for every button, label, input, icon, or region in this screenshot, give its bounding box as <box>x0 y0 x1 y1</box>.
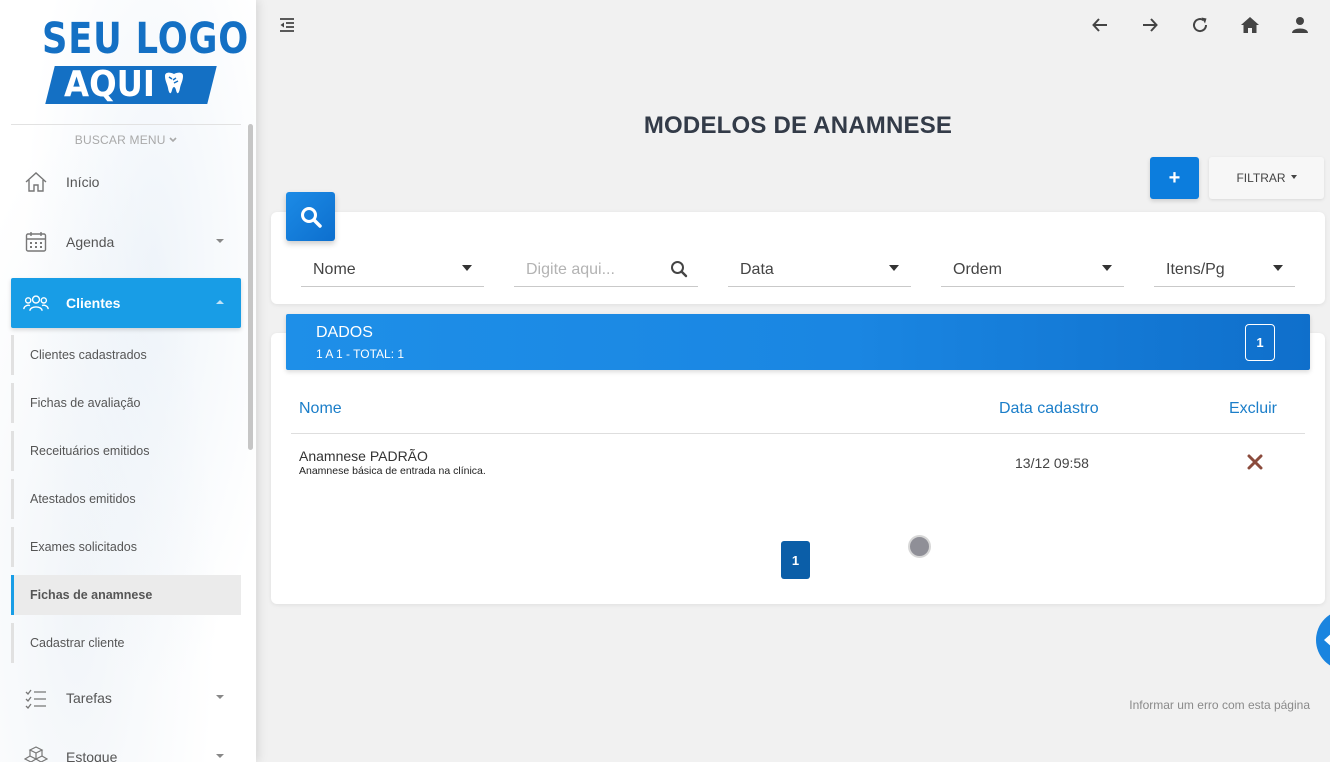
caret-down-icon <box>889 265 899 271</box>
menu-search-label: BUSCAR MENU <box>74 133 166 147</box>
chevron-down-icon <box>216 695 224 699</box>
chat-icon <box>1324 632 1330 648</box>
chat-button[interactable] <box>1316 610 1330 670</box>
sidebar-item-label: Clientes <box>66 295 121 311</box>
forward-button[interactable] <box>1137 12 1163 38</box>
users-icon <box>23 290 49 316</box>
items-per-page-select[interactable]: Itens/Pg <box>1154 254 1295 287</box>
date-select-value: Data <box>740 261 774 278</box>
sidebar-subitem-cadastrar-cliente[interactable]: Cadastrar cliente <box>11 623 241 663</box>
sidebar-subitem-receituarios[interactable]: Receituários emitidos <box>11 431 241 471</box>
logo[interactable]: SEU LOGO AQUI <box>36 14 248 110</box>
checklist-icon <box>23 685 49 711</box>
refresh-icon <box>1193 17 1208 33</box>
sidebar-subitem-atestados[interactable]: Atestados emitidos <box>11 479 241 519</box>
column-header-delete: Excluir <box>1229 400 1278 417</box>
sidebar-scrollbar[interactable] <box>248 124 253 450</box>
chevron-down-icon <box>216 754 224 758</box>
user-icon <box>1292 17 1308 33</box>
close-icon <box>1247 454 1263 470</box>
home-button[interactable] <box>1237 12 1263 38</box>
chevron-up-icon <box>216 300 224 304</box>
sidebar-item-label: Agenda <box>66 234 115 250</box>
delete-button[interactable] <box>1244 451 1266 473</box>
data-header-subtitle: 1 A 1 - TOTAL: 1 <box>316 347 405 361</box>
data-header-page-badge: 1 <box>1245 324 1275 361</box>
column-header-name[interactable]: Nome <box>299 400 342 418</box>
row-name[interactable]: Anamnese PADRÃO <box>299 448 428 464</box>
chevron-down-icon <box>169 137 177 143</box>
name-select-value: Nome <box>313 261 356 278</box>
calendar-icon <box>23 229 49 255</box>
loading-indicator <box>908 535 931 558</box>
tooth-icon <box>165 72 183 94</box>
name-select[interactable]: Nome <box>301 254 484 287</box>
search-field <box>514 254 698 287</box>
sidebar-item-label: Estoque <box>66 749 118 762</box>
sidebar-subitem-clientes-cadastrados[interactable]: Clientes cadastrados <box>11 335 241 375</box>
arrow-right-icon <box>1143 18 1158 32</box>
logo-text-bottom: AQUI <box>64 64 155 105</box>
logo-text-top: SEU LOGO <box>42 14 250 64</box>
boxes-icon <box>23 744 49 762</box>
date-select[interactable]: Data <box>728 254 911 287</box>
caret-down-icon <box>462 265 472 271</box>
caret-down-icon <box>1102 265 1112 271</box>
filter-button[interactable]: FILTRAR <box>1209 157 1324 199</box>
refresh-button[interactable] <box>1187 12 1213 38</box>
data-header: DADOS 1 A 1 - TOTAL: 1 1 <box>286 314 1310 370</box>
column-header-date[interactable]: Data cadastro <box>999 400 1099 418</box>
sidebar-divider <box>11 124 241 125</box>
chevron-down-icon <box>216 239 224 243</box>
home-icon <box>23 169 49 195</box>
sidebar-subitem-fichas-anamnese[interactable]: Fichas de anamnese <box>11 575 241 615</box>
row-date: 13/12 09:58 <box>1015 455 1089 471</box>
sidebar: SEU LOGO AQUI BUSCAR MENU Início Agenda … <box>0 0 256 762</box>
menu-search-toggle[interactable]: BUSCAR MENU <box>0 133 252 147</box>
sidebar-item-estoque[interactable]: Estoque <box>11 732 241 762</box>
items-per-page-value: Itens/Pg <box>1166 261 1225 278</box>
sidebar-item-inicio[interactable]: Início <box>11 157 241 207</box>
collapse-sidebar-icon[interactable] <box>278 16 296 34</box>
order-select-value: Ordem <box>953 261 1002 278</box>
arrow-left-icon <box>1092 18 1107 32</box>
search-badge <box>286 192 335 241</box>
sidebar-item-label: Início <box>66 174 100 190</box>
add-button[interactable]: + <box>1150 157 1199 199</box>
data-header-title: DADOS <box>316 324 373 341</box>
back-button[interactable] <box>1087 12 1113 38</box>
filter-button-label: FILTRAR <box>1236 171 1286 185</box>
caret-down-icon <box>1273 265 1283 271</box>
report-error-link[interactable]: Informar um erro com esta página <box>1129 698 1310 712</box>
pagination-page-button[interactable]: 1 <box>781 541 810 579</box>
search-icon[interactable] <box>670 260 688 278</box>
home-icon <box>1241 17 1259 33</box>
sidebar-subitem-exames[interactable]: Exames solicitados <box>11 527 241 567</box>
sidebar-item-agenda[interactable]: Agenda <box>11 217 241 267</box>
search-icon <box>300 206 322 228</box>
caret-down-icon <box>1290 175 1297 179</box>
sidebar-item-clientes[interactable]: Clientes <box>11 278 241 328</box>
row-description: Anamnese básica de entrada na clínica. <box>299 465 486 477</box>
sidebar-subitem-fichas-avaliacao[interactable]: Fichas de avaliação <box>11 383 241 423</box>
order-select[interactable]: Ordem <box>941 254 1124 287</box>
search-input[interactable] <box>526 261 666 279</box>
user-button[interactable] <box>1287 12 1313 38</box>
table-header-divider <box>291 433 1305 434</box>
sidebar-item-label: Tarefas <box>66 690 112 706</box>
page-title: MODELOS DE ANAMNESE <box>643 112 953 139</box>
sidebar-item-tarefas[interactable]: Tarefas <box>11 673 241 723</box>
